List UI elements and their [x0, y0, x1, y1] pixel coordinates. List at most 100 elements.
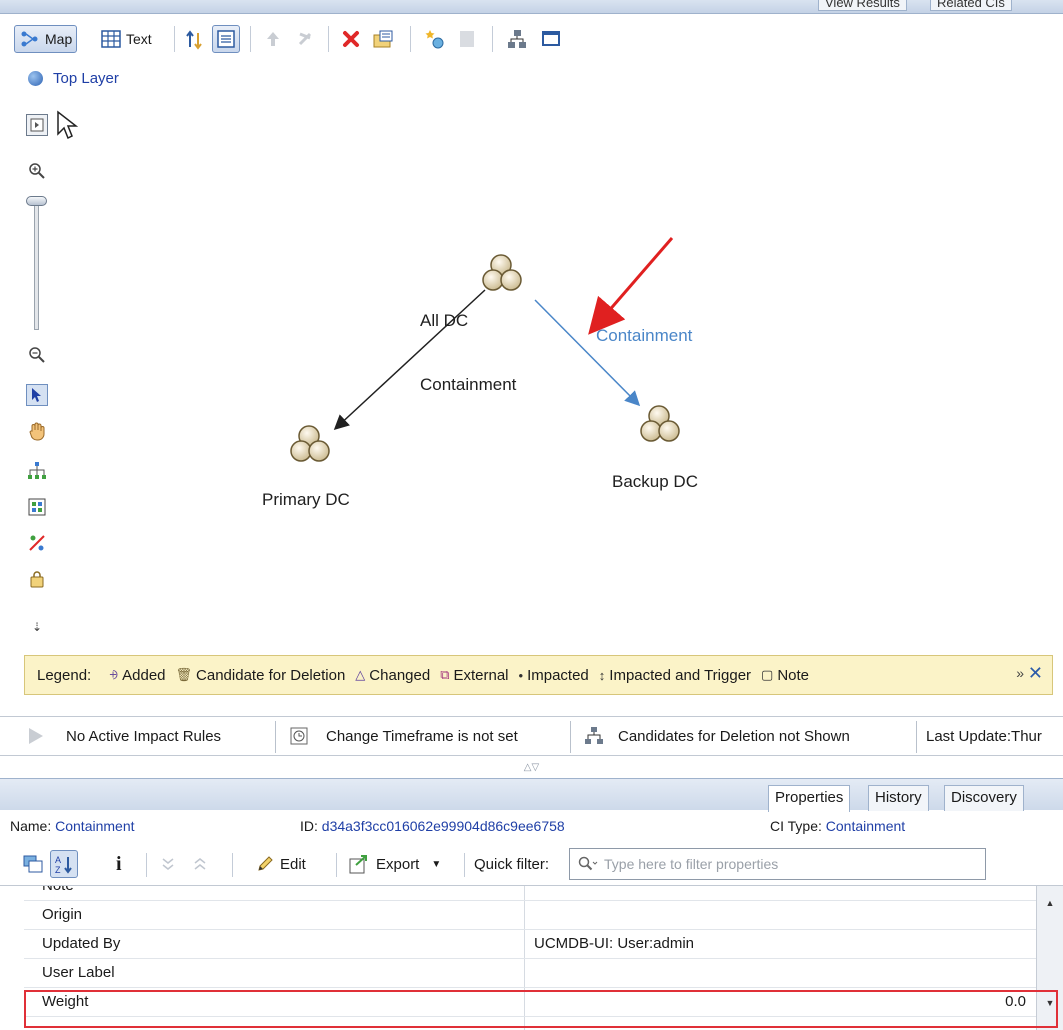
- export-button[interactable]: Export ▼: [348, 850, 441, 878]
- expand-all-button[interactable]: [192, 850, 208, 878]
- expand-icon: [194, 858, 206, 870]
- impacted-trigger-icon: ↕: [598, 667, 606, 683]
- table-row[interactable]: Updated By UCMDB-UI: User:admin: [24, 930, 1036, 959]
- legend-bar: Legend: ⨮ Added 🗑 Candidate for Deletion…: [24, 655, 1053, 695]
- tab-properties[interactable]: Properties: [768, 785, 851, 812]
- text-view-button[interactable]: Text: [100, 25, 152, 53]
- topology-map[interactable]: All DC Primary DC Backup DC Containment …: [0, 100, 1063, 645]
- node-icon-primary-dc[interactable]: [290, 425, 330, 462]
- node-label-backup-dc[interactable]: Backup DC: [612, 472, 698, 492]
- map-tool-palette: ⇣: [24, 108, 78, 648]
- legend-title: Legend:: [37, 666, 92, 684]
- impacted-icon: •: [518, 667, 524, 683]
- status-timeframe[interactable]: Change Timeframe is not set: [290, 717, 518, 755]
- table-row[interactable]: User Label: [24, 959, 1036, 988]
- legend-label-changed: Changed: [369, 666, 431, 684]
- legend-item-changed: △ Changed: [355, 667, 430, 684]
- legend-label-external: External: [453, 666, 509, 684]
- node-icon-all-dc[interactable]: [482, 254, 522, 291]
- table-row[interactable]: Origin: [24, 901, 1036, 930]
- note-icon: ▢: [761, 667, 774, 682]
- node-label-primary-dc[interactable]: Primary DC: [262, 490, 350, 510]
- pan-tool-button[interactable]: [26, 420, 48, 442]
- zoom-in-button[interactable]: [26, 160, 48, 182]
- move-down-button[interactable]: [294, 25, 316, 53]
- lock-icon: [30, 571, 44, 588]
- collapse-palette-button[interactable]: [26, 114, 48, 136]
- added-icon: ⨮: [109, 667, 119, 682]
- more-tools-button[interactable]: ⇣: [26, 616, 48, 638]
- node-label-all-dc[interactable]: All DC: [420, 311, 468, 331]
- status-candidates[interactable]: Candidates for Deletion not Shown: [584, 717, 850, 755]
- tab-view-results[interactable]: View Results: [818, 0, 907, 11]
- info-button[interactable]: i: [116, 850, 122, 878]
- collapse-all-button[interactable]: [160, 850, 176, 878]
- external-icon: ⧉: [440, 667, 450, 682]
- edit-label: Edit: [280, 855, 306, 873]
- window-button[interactable]: [540, 25, 562, 53]
- quick-filter-input[interactable]: [604, 856, 964, 872]
- info-icon: i: [116, 852, 122, 875]
- svg-text:A: A: [55, 855, 61, 865]
- quick-filter-label: Quick filter:: [474, 850, 549, 878]
- hierarchical-layout-button[interactable]: [26, 460, 48, 482]
- quick-filter-field[interactable]: [569, 848, 986, 880]
- tab-discovery[interactable]: Discovery: [944, 785, 1024, 811]
- ci-id-value: d34a3f3cc016062e99904d86c9ee6758: [321, 818, 565, 834]
- edge-all-to-backup[interactable]: [534, 299, 641, 407]
- zoom-slider-track[interactable]: [34, 200, 39, 330]
- zoom-out-button[interactable]: [26, 344, 48, 366]
- properties-grid: Note Origin Updated By UCMDB-UI: User:ad…: [24, 886, 1036, 1030]
- node-icon-backup-dc[interactable]: [640, 405, 680, 442]
- grid-layout-button[interactable]: [26, 496, 48, 518]
- legend-label-impacted: Impacted: [527, 666, 589, 684]
- breadcrumb-top-layer[interactable]: Top Layer: [53, 70, 119, 87]
- table-row[interactable]: Note: [24, 886, 1036, 901]
- export-label: Export: [376, 855, 420, 873]
- hide-relations-button[interactable]: [26, 532, 48, 554]
- edge-label-backup[interactable]: Containment: [596, 326, 692, 346]
- property-key: User Label: [42, 964, 115, 981]
- splitter-arrows-icon: △▽: [523, 761, 540, 773]
- legend-label-note: Note: [777, 666, 810, 684]
- map-view-button[interactable]: Map: [14, 25, 78, 53]
- legend-more-button[interactable]: »: [1016, 665, 1024, 681]
- scroll-up-icon[interactable]: ▲: [1041, 894, 1059, 912]
- properties-button[interactable]: [372, 25, 394, 53]
- text-view-label: Text: [126, 31, 152, 47]
- new-ci-button[interactable]: [424, 25, 446, 53]
- hierarchy-button[interactable]: [506, 25, 528, 53]
- sort-button[interactable]: [184, 25, 206, 53]
- network-delete-icon: [585, 727, 603, 744]
- tab-related-cis[interactable]: Related CIs: [930, 0, 1012, 11]
- zoom-out-icon: [29, 347, 45, 363]
- status-last-update-text: Last Update:Thur: [926, 727, 1042, 745]
- ci-type-value: Containment: [825, 818, 906, 834]
- properties-tab-strip: Properties History Discovery: [0, 778, 1063, 812]
- edge-label-primary[interactable]: Containment: [420, 375, 516, 395]
- group-view-button[interactable]: [22, 850, 44, 878]
- panel-splitter[interactable]: △▽: [0, 756, 1063, 778]
- tab-history[interactable]: History: [868, 785, 929, 811]
- properties-scrollbar[interactable]: ▲ ▼: [1036, 886, 1063, 1030]
- delete-button[interactable]: [340, 25, 362, 53]
- chevron-down-icon: ▼: [431, 858, 442, 870]
- sort-alpha-button[interactable]: AZ: [50, 850, 78, 878]
- edit-button[interactable]: Edit: [256, 850, 306, 878]
- table-row[interactable]: Weight 0.0: [24, 988, 1036, 1017]
- properties-toggle-button[interactable]: [212, 25, 240, 53]
- disabled-tool-button[interactable]: [456, 25, 478, 53]
- select-tool-button[interactable]: [26, 384, 48, 406]
- status-impact-rules[interactable]: No Active Impact Rules: [26, 717, 221, 755]
- zoom-slider-thumb[interactable]: [26, 196, 47, 206]
- legend-close-button[interactable]: ✕: [1028, 663, 1043, 684]
- hierarchy-layout-icon: [28, 462, 46, 479]
- quick-filter-text: Quick filter:: [474, 855, 550, 873]
- lock-layout-button[interactable]: [26, 568, 48, 590]
- play-icon: [29, 728, 43, 744]
- scroll-down-icon[interactable]: ▼: [1041, 994, 1059, 1012]
- group-view-icon: [23, 855, 43, 873]
- legend-item-note: ▢ Note: [761, 667, 809, 684]
- move-up-button[interactable]: [262, 25, 284, 53]
- property-key: Weight: [42, 993, 89, 1010]
